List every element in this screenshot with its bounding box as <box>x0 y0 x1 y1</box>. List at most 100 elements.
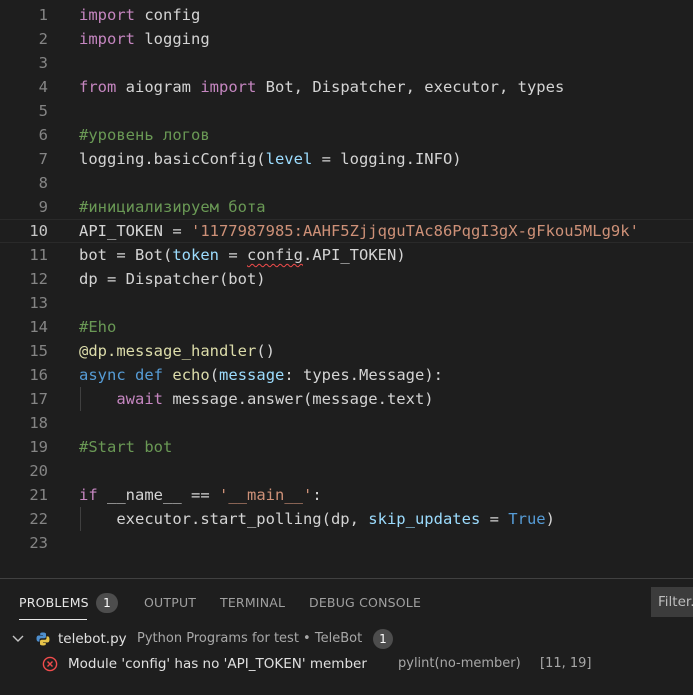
filter-input[interactable]: Filter. <box>651 587 693 617</box>
code-line[interactable]: 19 #Start bot <box>0 435 693 459</box>
tab-problems[interactable]: PROBLEMS <box>19 595 89 610</box>
code-line[interactable]: 3 <box>0 51 693 75</box>
line-number: 10 <box>29 222 48 240</box>
code-text: executor.start_polling(dp, skip_updates … <box>79 507 555 531</box>
code-line[interactable]: 10 API_TOKEN = '1177987985:AAHF5ZjjqguTAc… <box>0 219 693 243</box>
problem-file-row[interactable]: telebot.py Python Programs for test • Te… <box>0 628 693 650</box>
code-line[interactable]: 22 executor.start_polling(dp, skip_updat… <box>0 507 693 531</box>
line-number: 21 <box>29 486 48 504</box>
code-line[interactable]: 11 bot = Bot(token = config.API_TOKEN) <box>0 243 693 267</box>
code-text: import config <box>79 3 200 27</box>
code-token: level <box>265 150 313 168</box>
code-token: logging.basicConfig( <box>79 150 266 168</box>
code-token: @dp.message_handler <box>79 342 257 360</box>
code-line[interactable]: 6 #уровень логов <box>0 123 693 147</box>
active-tab-indicator <box>19 619 87 620</box>
code-token: = <box>219 246 247 264</box>
code-editor[interactable]: 1 import config 2 import logging 3 4 from aiog… <box>0 0 693 578</box>
code-text: #Eho <box>79 315 116 339</box>
code-token: Bot, Dispatcher, executor, types <box>256 78 565 96</box>
python-file-icon <box>35 631 51 647</box>
code-text: API_TOKEN = '1177987985:AAHF5ZjjqguTAc86… <box>79 220 639 242</box>
code-token: API_TOKEN = <box>79 222 191 240</box>
code-line[interactable]: 13 <box>0 291 693 315</box>
code-line[interactable]: 12 dp = Dispatcher(bot) <box>0 267 693 291</box>
code-line[interactable]: 8 <box>0 171 693 195</box>
chevron-down-icon[interactable] <box>10 628 26 650</box>
code-line[interactable]: 21 if __name__ == '__main__': <box>0 483 693 507</box>
code-token: #уровень логов <box>79 126 210 144</box>
line-number: 5 <box>38 102 48 120</box>
code-token: = <box>480 510 509 528</box>
code-token: .API_TOKEN) <box>303 246 406 264</box>
code-token: #инициализируем бота <box>79 198 266 216</box>
line-number: 19 <box>29 438 48 456</box>
code-token: '1177987985:AAHF5ZjjqguTAc86PqgI3gX-gFko… <box>190 222 639 240</box>
code-text: #Start bot <box>79 435 172 459</box>
code-text: await message.answer(message.text) <box>79 387 434 411</box>
code-line[interactable]: 2 import logging <box>0 27 693 51</box>
tab-debug-console[interactable]: DEBUG CONSOLE <box>309 595 421 610</box>
code-token: bot = Bot( <box>79 246 173 264</box>
line-number: 7 <box>38 150 48 168</box>
code-token: logging <box>135 30 210 48</box>
code-token: = logging.INFO) <box>312 150 462 168</box>
code-token: : <box>312 486 322 504</box>
code-token: aiogram <box>116 78 201 96</box>
code-token: ( <box>209 366 220 384</box>
code-token: ) <box>545 510 555 528</box>
code-line[interactable]: 15 @dp.message_handler() <box>0 339 693 363</box>
line-number: 3 <box>38 54 48 72</box>
code-text: #инициализируем бота <box>79 195 266 219</box>
code-token: : types.Message): <box>284 366 443 384</box>
tab-output[interactable]: OUTPUT <box>144 595 196 610</box>
code-line[interactable]: 17 await message.answer(message.text) <box>0 387 693 411</box>
code-token: def <box>135 366 164 384</box>
line-number: 15 <box>29 342 48 360</box>
code-token: __name__ == <box>97 486 219 504</box>
code-line[interactable]: 16 async def echo(message: types.Message)… <box>0 363 693 387</box>
code-line[interactable]: 5 <box>0 99 693 123</box>
code-token: message <box>219 366 285 384</box>
line-number: 2 <box>38 30 48 48</box>
line-number: 13 <box>29 294 48 312</box>
error-squiggle-token: config <box>247 246 303 264</box>
code-token: from <box>79 78 117 96</box>
code-line[interactable]: 23 <box>0 531 693 555</box>
code-text: from aiogram import Bot, Dispatcher, exe… <box>79 75 564 99</box>
problem-file-name: telebot.py <box>58 631 127 647</box>
problem-location: [11, 19] <box>540 656 592 671</box>
code-line[interactable]: 1 import config <box>0 3 693 27</box>
code-line[interactable]: 18 <box>0 411 693 435</box>
bottom-panel: PROBLEMS 1 OUTPUT TERMINAL DEBUG CONSOLE… <box>0 578 693 695</box>
problem-item[interactable]: Module 'config' has no 'API_TOKEN' membe… <box>0 653 693 675</box>
line-number: 23 <box>29 534 48 552</box>
code-line[interactable]: 20 <box>0 459 693 483</box>
code-token: dp = Dispatcher(bot) <box>79 270 266 288</box>
line-number: 16 <box>29 366 48 384</box>
code-text: #уровень логов <box>79 123 210 147</box>
code-token: import <box>79 6 135 24</box>
code-text: bot = Bot(token = config.API_TOKEN) <box>79 243 406 267</box>
code-token: '__main__' <box>219 486 313 504</box>
code-line[interactable]: 9 #инициализируем бота <box>0 195 693 219</box>
tab-terminal[interactable]: TERMINAL <box>220 595 285 610</box>
code-line[interactable]: 7 logging.basicConfig(level = logging.INF… <box>0 147 693 171</box>
code-line[interactable]: 4 from aiogram import Bot, Dispatcher, ex… <box>0 75 693 99</box>
line-number: 20 <box>29 462 48 480</box>
line-number: 9 <box>38 198 48 216</box>
code-token: if <box>79 486 98 504</box>
code-token: async <box>79 366 126 384</box>
code-text: logging.basicConfig(level = logging.INFO… <box>79 147 462 171</box>
line-number: 22 <box>29 510 48 528</box>
code-token: #Eho <box>79 318 117 336</box>
panel-tabs: PROBLEMS 1 OUTPUT TERMINAL DEBUG CONSOLE… <box>0 579 693 625</box>
code-token: message.answer(message.text) <box>163 390 434 408</box>
line-number: 17 <box>29 390 48 408</box>
error-circle-icon <box>42 656 58 672</box>
problem-file-description: Python Programs for test • TeleBot <box>137 631 363 646</box>
code-line[interactable]: 14 #Eho <box>0 315 693 339</box>
line-number: 14 <box>29 318 48 336</box>
